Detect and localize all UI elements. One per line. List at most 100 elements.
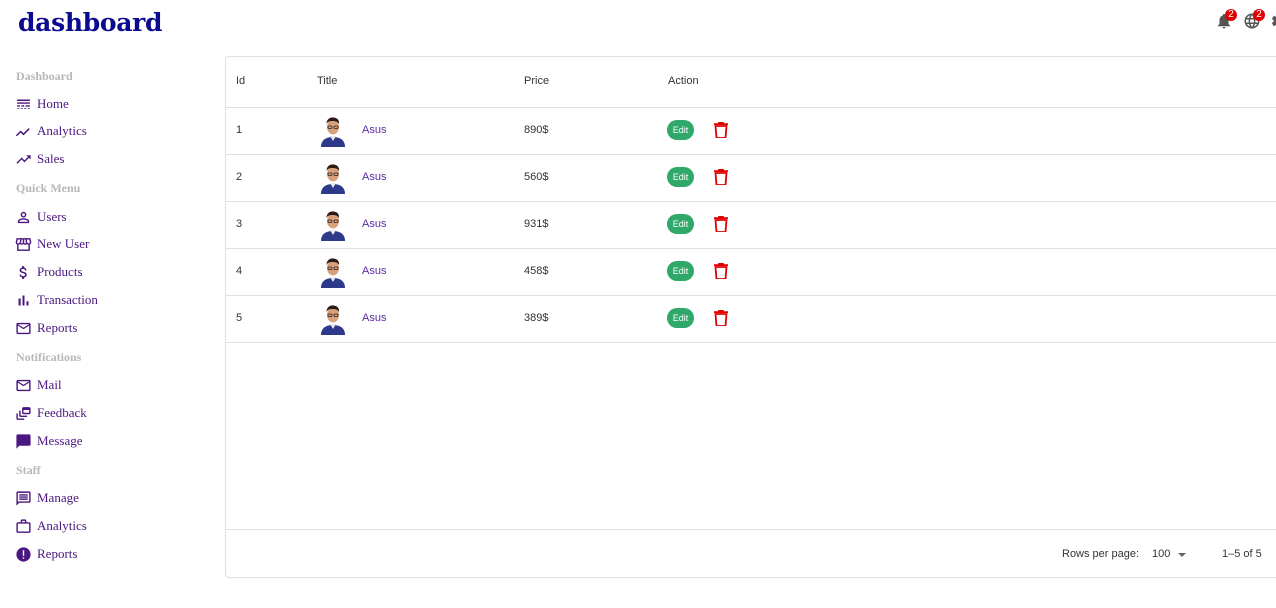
cell-id: 1: [236, 124, 243, 136]
column-header-id[interactable]: Id: [236, 75, 245, 87]
cell-price: 931$: [524, 218, 549, 230]
sidebar-section-staff: Staff: [16, 463, 41, 477]
table-row[interactable]: 3 Asus 931$ Edit: [226, 202, 1276, 249]
cell-id: 3: [236, 218, 243, 230]
product-title[interactable]: Asus: [362, 171, 386, 183]
delete-icon[interactable]: [714, 122, 728, 138]
sidebar-item-manage[interactable]: Manage: [15, 487, 79, 509]
sidebar-item-label: Products: [37, 264, 83, 279]
forum-icon: [15, 490, 32, 507]
mail-icon: [15, 377, 32, 394]
cell-price: 890$: [524, 124, 549, 136]
product-avatar: [318, 256, 348, 288]
sidebar-item-message[interactable]: Message: [15, 430, 83, 452]
bar-chart-icon: [15, 292, 32, 309]
table-pagination: Rows per page: 100 1–5 of 5: [226, 529, 1276, 579]
home-line-icon: [15, 96, 32, 113]
edit-button[interactable]: Edit: [667, 261, 694, 281]
top-bar: dashboard 2 2: [0, 0, 1276, 50]
sidebar-section-notifications: Notifications: [16, 350, 82, 364]
sidebar-item-transaction[interactable]: Transaction: [15, 289, 98, 311]
rows-per-page-value: 100: [1152, 548, 1171, 560]
column-header-title[interactable]: Title: [317, 75, 337, 87]
sidebar-item-label: Mail: [37, 377, 62, 392]
page-range: 1–5 of 5: [1222, 548, 1262, 560]
sidebar-item-label: Home: [37, 96, 69, 111]
sidebar-item-new-user[interactable]: New User: [15, 233, 89, 255]
sidebar-item-staff-reports[interactable]: Reports: [15, 543, 77, 565]
table-row[interactable]: 5 Asus 389$ Edit: [226, 296, 1276, 343]
sidebar-item-mail[interactable]: Mail: [15, 374, 62, 396]
sidebar-section-dashboard: Dashboard: [16, 69, 73, 83]
sidebar-item-users[interactable]: Users: [15, 206, 67, 228]
cell-price: 389$: [524, 312, 549, 324]
product-avatar: [318, 209, 348, 241]
table-row[interactable]: 4 Asus 458$ Edit: [226, 249, 1276, 296]
cell-id: 5: [236, 312, 243, 324]
sidebar-item-label: Reports: [37, 320, 78, 335]
sidebar-section-quick-menu: Quick Menu: [16, 181, 81, 195]
briefcase-icon: [15, 518, 32, 535]
sidebar-item-analytics[interactable]: Analytics: [15, 120, 87, 142]
rows-per-page-label: Rows per page:: [1062, 548, 1140, 560]
sidebar-item-label: Manage: [37, 490, 79, 505]
table-header: Id Title Price Action: [226, 57, 1276, 108]
product-title[interactable]: Asus: [362, 265, 386, 277]
products-table: Id Title Price Action 1 Asus 890$ Edit 2…: [225, 56, 1276, 578]
column-header-price[interactable]: Price: [524, 75, 549, 87]
trending-up-icon: [15, 151, 32, 168]
edit-button[interactable]: Edit: [667, 120, 694, 140]
sidebar-item-label: Analytics: [37, 123, 87, 138]
delete-icon[interactable]: [714, 310, 728, 326]
dynamic-feed-icon: [15, 405, 32, 422]
sidebar-item-label: Users: [37, 209, 67, 224]
product-avatar: [318, 115, 348, 147]
product-title[interactable]: Asus: [362, 124, 386, 136]
edit-button[interactable]: Edit: [667, 214, 694, 234]
rows-per-page-select[interactable]: 100: [1152, 544, 1192, 564]
chat-bubble-icon: [15, 433, 32, 450]
cell-id: 2: [236, 171, 243, 183]
cell-price: 560$: [524, 171, 549, 183]
sidebar-item-label: Sales: [37, 151, 65, 166]
product-avatar: [318, 303, 348, 335]
timeline-icon: [15, 123, 32, 140]
edit-button[interactable]: Edit: [667, 308, 694, 328]
notifications-badge: 2: [1225, 9, 1237, 21]
sidebar-item-home[interactable]: Home: [15, 93, 69, 115]
table-row[interactable]: 2 Asus 560$ Edit: [226, 155, 1276, 202]
report-icon: [15, 546, 32, 563]
sidebar-item-label: Transaction: [37, 292, 98, 307]
column-header-action[interactable]: Action: [668, 75, 699, 87]
edit-button[interactable]: Edit: [667, 167, 694, 187]
gear-icon: [1270, 12, 1276, 30]
table-row[interactable]: 1 Asus 890$ Edit: [226, 108, 1276, 155]
sidebar-item-sales[interactable]: Sales: [15, 148, 64, 170]
sidebar-item-label: New User: [37, 236, 90, 251]
cell-id: 4: [236, 265, 243, 277]
delete-icon[interactable]: [714, 216, 728, 232]
sidebar-item-reports[interactable]: Reports: [15, 317, 77, 339]
dollar-icon: [15, 264, 32, 281]
sidebar-item-feedback[interactable]: Feedback: [15, 402, 87, 424]
cell-price: 458$: [524, 265, 549, 277]
sidebar-item-label: Analytics: [37, 518, 87, 533]
storefront-icon: [15, 236, 32, 253]
sidebar-item-label: Feedback: [37, 405, 87, 420]
person-icon: [15, 209, 32, 226]
language-button[interactable]: 2: [1243, 9, 1265, 30]
chevron-down-icon: [1178, 553, 1187, 557]
delete-icon[interactable]: [714, 169, 728, 185]
delete-icon[interactable]: [714, 263, 728, 279]
sidebar-item-label: Reports: [37, 546, 78, 561]
app-logo[interactable]: dashboard: [18, 8, 163, 37]
language-badge: 2: [1253, 9, 1265, 21]
notifications-button[interactable]: 2: [1215, 9, 1237, 30]
sidebar-item-products[interactable]: Products: [15, 261, 83, 283]
product-avatar: [318, 162, 348, 194]
settings-button[interactable]: [1270, 12, 1276, 30]
product-title[interactable]: Asus: [362, 312, 386, 324]
product-title[interactable]: Asus: [362, 218, 386, 230]
sidebar-item-label: Message: [37, 433, 83, 448]
sidebar-item-staff-analytics[interactable]: Analytics: [15, 515, 87, 537]
